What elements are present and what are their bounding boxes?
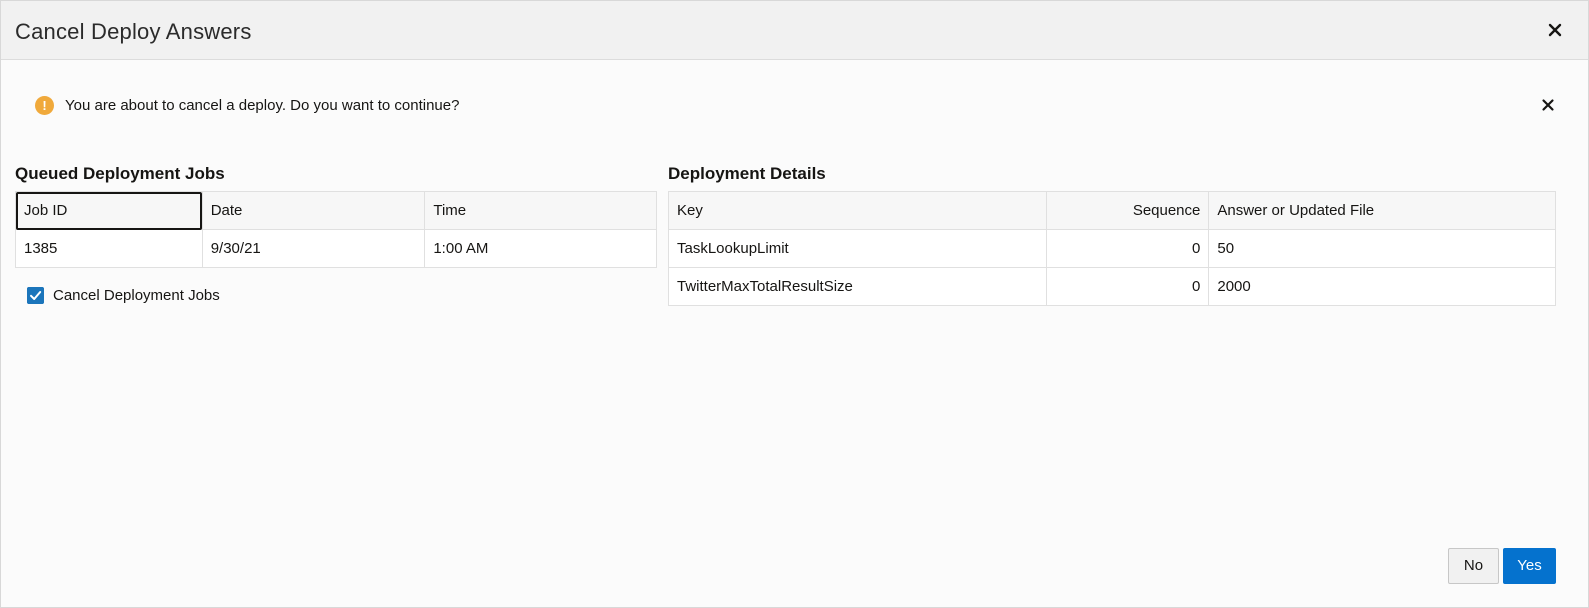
banner-message: You are about to cancel a deploy. Do you…	[65, 97, 460, 114]
table-header-row: Key Sequence Answer or Updated File	[668, 191, 1556, 230]
dialog-title: Cancel Deploy Answers	[15, 19, 252, 44]
column-header-date[interactable]: Date	[201, 191, 426, 230]
warning-banner: ! You are about to cancel a deploy. Do y…	[35, 95, 1555, 119]
yes-button[interactable]: Yes	[1503, 548, 1556, 584]
dialog-header: Cancel Deploy Answers	[1, 1, 1588, 60]
no-button[interactable]: No	[1448, 548, 1499, 584]
cell-key: TwitterMaxTotalResultSize	[668, 267, 1047, 306]
cell-time: 1:00 AM	[424, 229, 657, 268]
queued-jobs-title: Queued Deployment Jobs	[15, 164, 225, 183]
cell-answer: 2000	[1208, 267, 1556, 306]
column-header-job-id[interactable]: Job ID	[15, 191, 203, 230]
column-header-sequence[interactable]: Sequence	[1045, 191, 1210, 230]
table-row[interactable]: 1385 9/30/21 1:00 AM	[15, 229, 657, 268]
table-header-row: Job ID Date Time	[15, 191, 657, 230]
cancel-jobs-label[interactable]: Cancel Deployment Jobs	[53, 287, 220, 304]
table-row[interactable]: TaskLookupLimit 0 50	[668, 229, 1556, 268]
close-icon[interactable]	[1546, 21, 1564, 39]
column-header-time[interactable]: Time	[424, 191, 657, 230]
cancel-deploy-dialog: Cancel Deploy Answers ! You are about to…	[0, 0, 1589, 608]
queued-jobs-table: Job ID Date Time 1385 9/30/21 1:00 AM	[15, 191, 657, 268]
deployment-details-title: Deployment Details	[668, 164, 826, 183]
banner-close-icon[interactable]	[1541, 98, 1555, 112]
column-header-answer[interactable]: Answer or Updated File	[1208, 191, 1556, 230]
cell-answer: 50	[1208, 229, 1556, 268]
cell-key: TaskLookupLimit	[668, 229, 1047, 268]
cell-job-id: 1385	[15, 229, 203, 268]
deployment-details-table: Key Sequence Answer or Updated File Task…	[668, 191, 1556, 306]
table-row[interactable]: TwitterMaxTotalResultSize 0 2000	[668, 267, 1556, 306]
cancel-jobs-checkbox[interactable]	[27, 287, 44, 304]
cell-sequence: 0	[1045, 267, 1210, 306]
cell-sequence: 0	[1045, 229, 1210, 268]
cell-date: 9/30/21	[201, 229, 426, 268]
column-header-key[interactable]: Key	[668, 191, 1047, 230]
warning-icon: !	[35, 96, 54, 115]
